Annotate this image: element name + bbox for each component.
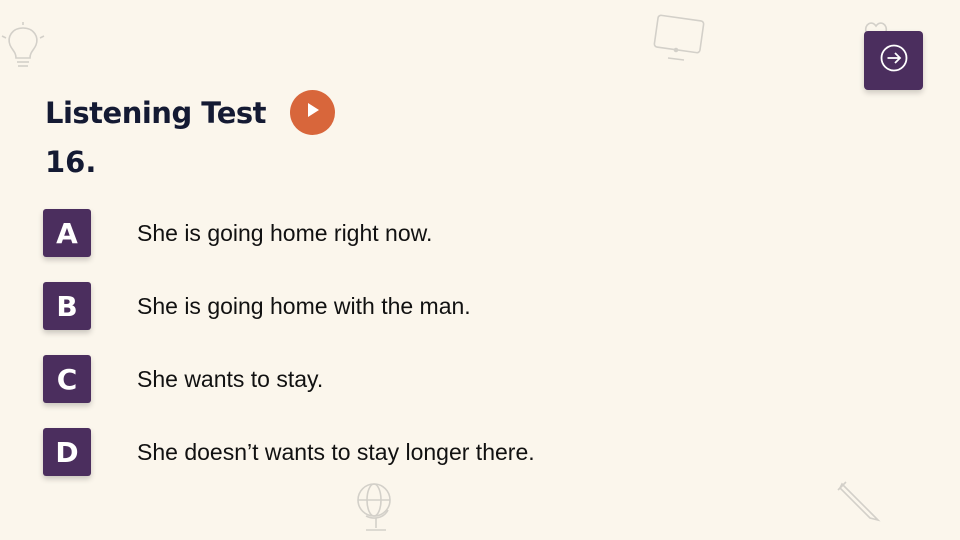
monitor-icon — [650, 14, 708, 64]
option-b[interactable]: B She is going home with the man. — [43, 282, 471, 330]
title-row: Listening Test — [45, 90, 336, 135]
question-number: 16. — [45, 145, 97, 179]
option-letter-b[interactable]: B — [43, 282, 91, 330]
next-button[interactable] — [864, 31, 923, 90]
option-d[interactable]: D She doesn’t wants to stay longer there… — [43, 428, 535, 476]
option-letter-a[interactable]: A — [43, 209, 91, 257]
play-button[interactable] — [290, 90, 336, 135]
option-text-b[interactable]: She is going home with the man. — [137, 293, 471, 320]
arrow-right-circle-icon — [879, 43, 909, 78]
lightbulb-icon — [0, 22, 46, 74]
option-text-d[interactable]: She doesn’t wants to stay longer there. — [137, 439, 535, 466]
option-text-c[interactable]: She wants to stay. — [137, 366, 323, 393]
option-text-a[interactable]: She is going home right now. — [137, 220, 432, 247]
pencil-icon — [834, 478, 884, 524]
globe-icon — [352, 478, 398, 536]
play-icon — [305, 101, 321, 124]
option-a[interactable]: A She is going home right now. — [43, 209, 432, 257]
option-letter-c[interactable]: C — [43, 355, 91, 403]
option-c[interactable]: C She wants to stay. — [43, 355, 323, 403]
page-title: Listening Test — [45, 95, 267, 130]
option-letter-d[interactable]: D — [43, 428, 91, 476]
